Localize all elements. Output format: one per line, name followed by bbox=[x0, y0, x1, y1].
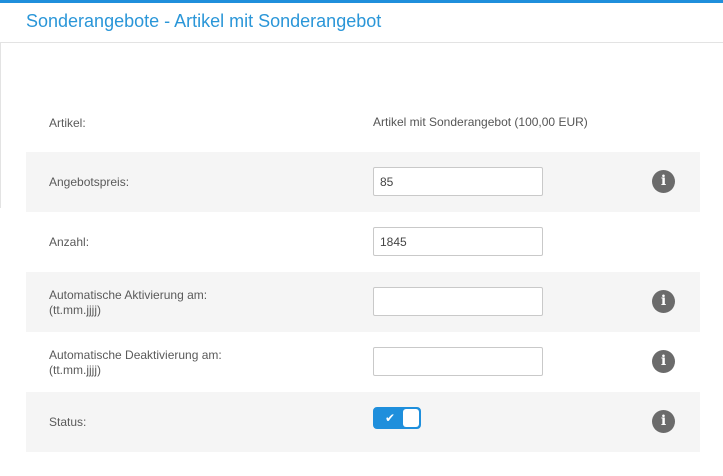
panel-left-border bbox=[0, 43, 1, 208]
info-icon[interactable]: i bbox=[652, 290, 675, 313]
aktivierung-date-input[interactable] bbox=[373, 287, 543, 316]
aktivierung-label: Automatische Aktivierung am: bbox=[49, 288, 208, 302]
anzahl-input[interactable] bbox=[373, 227, 543, 256]
row-anzahl: Anzahl: bbox=[26, 212, 700, 272]
status-label: Status: bbox=[49, 415, 87, 429]
angebotspreis-label: Angebotspreis: bbox=[49, 175, 130, 189]
info-icon[interactable]: i bbox=[652, 410, 675, 433]
row-deaktivierung: Automatische Deaktivierung am: (tt.mm.jj… bbox=[26, 332, 700, 392]
deaktivierung-label: Automatische Deaktivierung am: bbox=[49, 348, 222, 362]
angebotspreis-input[interactable] bbox=[373, 167, 543, 196]
info-icon[interactable]: i bbox=[652, 170, 675, 193]
row-status: Status: ✔ i bbox=[26, 392, 700, 452]
deaktivierung-date-hint: (tt.mm.jjjj) bbox=[49, 363, 101, 377]
anzahl-label: Anzahl: bbox=[49, 235, 90, 249]
artikel-label: Artikel: bbox=[49, 116, 86, 130]
deaktivierung-date-input[interactable] bbox=[373, 347, 543, 376]
aktivierung-date-hint: (tt.mm.jjjj) bbox=[49, 303, 101, 317]
page: Sonderangebote - Artikel mit Sonderangeb… bbox=[0, 0, 723, 476]
status-toggle[interactable]: ✔ bbox=[373, 407, 421, 429]
info-icon[interactable]: i bbox=[652, 350, 675, 373]
page-title: Sonderangebote - Artikel mit Sonderangeb… bbox=[26, 11, 382, 31]
check-icon: ✔ bbox=[384, 411, 396, 425]
toggle-knob bbox=[403, 409, 419, 427]
row-angebotspreis: Angebotspreis: i bbox=[26, 152, 700, 212]
artikel-value: Artikel mit Sonderangebot (100,00 EUR) bbox=[373, 115, 588, 129]
row-artikel: Artikel: Artikel mit Sonderangebot (100,… bbox=[26, 93, 700, 153]
row-aktivierung: Automatische Aktivierung am: (tt.mm.jjjj… bbox=[26, 272, 700, 332]
panel-header: Sonderangebote - Artikel mit Sonderangeb… bbox=[0, 3, 723, 43]
